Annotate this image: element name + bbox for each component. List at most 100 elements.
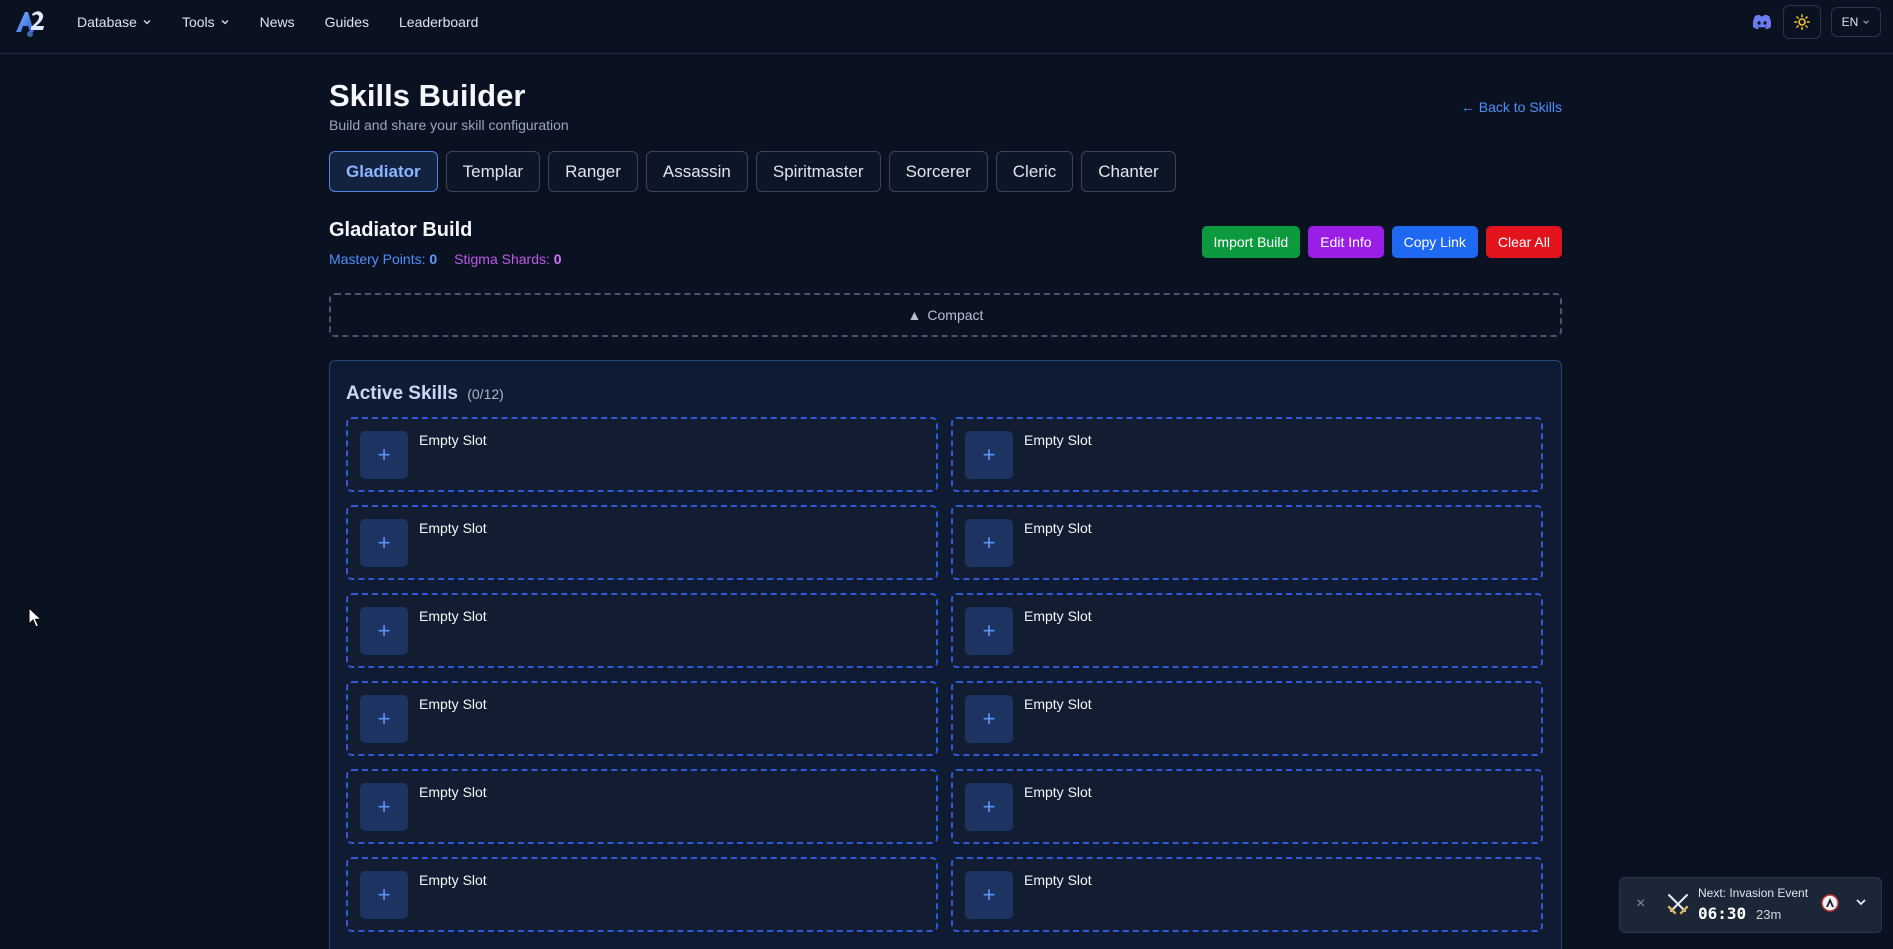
copy-link-button[interactable]: Copy Link — [1391, 226, 1478, 258]
chevron-down-icon[interactable] — [1854, 895, 1868, 909]
skill-slot[interactable]: + Empty Slot — [951, 681, 1543, 756]
stigma-shards: Stigma Shards: 0 — [454, 251, 561, 267]
nav-right-controls: EN — [1751, 5, 1881, 39]
mouse-cursor-icon — [28, 607, 42, 628]
chevron-down-icon — [1863, 20, 1870, 24]
slot-label: Empty Slot — [1024, 520, 1092, 536]
nav-tools[interactable]: Tools — [182, 14, 230, 30]
slot-label: Empty Slot — [1024, 432, 1092, 448]
page-subtitle: Build and share your skill configuration — [329, 117, 569, 133]
build-title: Gladiator Build — [329, 219, 473, 241]
crossed-swords-icon — [1667, 894, 1689, 915]
plus-icon: + — [965, 431, 1013, 479]
active-skills-title: Active Skills (0/12) — [346, 383, 504, 405]
nav-guides-label: Guides — [324, 14, 369, 30]
compact-toggle-button[interactable]: ▲ Compact — [329, 293, 1562, 337]
slot-label: Empty Slot — [419, 608, 487, 624]
tab-cleric[interactable]: Cleric — [995, 151, 1074, 192]
nav-tools-label: Tools — [181, 14, 215, 30]
mastery-points-label: Mastery Points: — [329, 251, 426, 267]
nav-guides[interactable]: Guides — [325, 14, 369, 30]
plus-icon: + — [360, 431, 408, 479]
active-skills-heading: Active Skills — [346, 383, 458, 404]
skill-slot[interactable]: + Empty Slot — [346, 857, 938, 932]
theme-toggle-button[interactable] — [1783, 5, 1821, 39]
stigma-shards-label: Stigma Shards: — [454, 251, 550, 267]
slot-label: Empty Slot — [1024, 608, 1092, 624]
build-points: Mastery Points: 0 Stigma Shards: 0 — [329, 251, 562, 267]
tab-ranger[interactable]: Ranger — [548, 151, 638, 192]
compact-label: Compact — [927, 307, 984, 323]
slot-label: Empty Slot — [1024, 696, 1092, 712]
slot-label: Empty Slot — [419, 520, 487, 536]
slot-label: Empty Slot — [419, 872, 487, 888]
tab-chanter[interactable]: Chanter — [1081, 151, 1176, 192]
tab-templar[interactable]: Templar — [445, 151, 541, 192]
clear-all-button[interactable]: Clear All — [1485, 226, 1562, 258]
caret-up-icon: ▲ — [907, 307, 922, 323]
plus-icon: + — [360, 783, 408, 831]
language-label: EN — [1841, 15, 1859, 29]
active-skills-panel: Active Skills (0/12) + Empty Slot + Empty … — [329, 360, 1562, 949]
top-navbar: Database Tools News Guides Leaderboard E… — [0, 0, 1893, 54]
tab-gladiator[interactable]: Gladiator — [329, 151, 438, 192]
skill-slot[interactable]: + Empty Slot — [346, 417, 938, 492]
faction-badge-icon — [1821, 894, 1839, 912]
event-relative-time: 23m — [1756, 907, 1782, 922]
plus-icon: + — [360, 519, 408, 567]
skill-slot[interactable]: + Empty Slot — [346, 769, 938, 844]
mastery-points-value: 0 — [429, 251, 438, 267]
plus-icon: + — [965, 695, 1013, 743]
slot-label: Empty Slot — [419, 696, 487, 712]
skill-slot[interactable]: + Empty Slot — [951, 505, 1543, 580]
skill-slot[interactable]: + Empty Slot — [951, 857, 1543, 932]
plus-icon: + — [965, 783, 1013, 831]
main-nav: Database Tools News Guides Leaderboard — [77, 0, 508, 44]
nav-database-label: Database — [77, 14, 137, 30]
nav-news-label: News — [259, 14, 295, 30]
active-skills-count: (0/12) — [467, 386, 504, 402]
slot-label: Empty Slot — [419, 432, 487, 448]
a2-logo[interactable] — [12, 4, 48, 40]
skill-slot[interactable]: + Empty Slot — [346, 505, 938, 580]
mastery-points: Mastery Points: 0 — [329, 251, 437, 267]
chevron-down-icon — [143, 20, 151, 25]
skill-slot[interactable]: + Empty Slot — [346, 681, 938, 756]
plus-icon: + — [360, 695, 408, 743]
chevron-down-icon — [221, 20, 229, 25]
plus-icon: + — [360, 871, 408, 919]
event-timer-widget: × Next: Invasion Event 06:30 23m — [1619, 877, 1882, 933]
slot-label: Empty Slot — [1024, 784, 1092, 800]
plus-icon: + — [360, 607, 408, 655]
tab-spiritmaster[interactable]: Spiritmaster — [755, 151, 881, 192]
skill-slot-grid: + Empty Slot + Empty Slot + Empty Slot + Emp… — [346, 417, 1544, 932]
slot-label: Empty Slot — [1024, 872, 1092, 888]
back-to-skills-link[interactable]: ← Back to Skills — [1461, 99, 1562, 115]
nav-database[interactable]: Database — [77, 14, 152, 30]
event-label: Next: Invasion Event — [1698, 886, 1809, 900]
skill-slot[interactable]: + Empty Slot — [951, 769, 1543, 844]
tab-sorcerer[interactable]: Sorcerer — [888, 151, 988, 192]
nav-news[interactable]: News — [260, 14, 295, 30]
plus-icon: + — [965, 519, 1013, 567]
plus-icon: + — [965, 871, 1013, 919]
discord-icon[interactable] — [1751, 11, 1773, 33]
nav-leaderboard-label: Leaderboard — [399, 14, 479, 30]
import-build-button[interactable]: Import Build — [1201, 226, 1301, 258]
page-title: Skills Builder — [329, 78, 526, 113]
skill-slot[interactable]: + Empty Slot — [346, 593, 938, 668]
skill-slot[interactable]: + Empty Slot — [951, 593, 1543, 668]
stigma-shards-value: 0 — [553, 251, 562, 267]
slot-label: Empty Slot — [419, 784, 487, 800]
nav-leaderboard[interactable]: Leaderboard — [399, 14, 478, 30]
class-tabs: Gladiator Templar Ranger Assassin Spirit… — [329, 151, 1176, 192]
plus-icon: + — [965, 607, 1013, 655]
close-icon[interactable]: × — [1636, 895, 1645, 913]
edit-info-button[interactable]: Edit Info — [1308, 226, 1384, 258]
language-select[interactable]: EN — [1831, 7, 1881, 37]
tab-assassin[interactable]: Assassin — [645, 151, 748, 192]
build-actions: Import Build Edit Info Copy Link Clear A… — [1201, 226, 1562, 258]
skill-slot[interactable]: + Empty Slot — [951, 417, 1543, 492]
event-time: 06:30 — [1698, 904, 1747, 923]
sun-icon — [1794, 14, 1810, 30]
